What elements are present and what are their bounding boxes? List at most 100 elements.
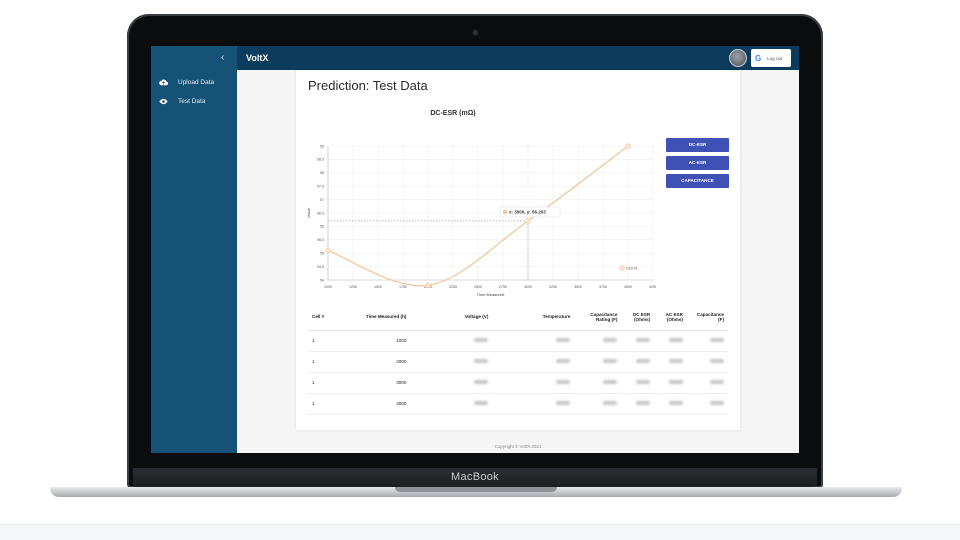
cell-number: 1 [308,372,339,394]
laptop-notch [395,487,557,492]
blurred-value [686,330,728,352]
blurred-value [410,372,493,394]
blurred-value [621,393,655,415]
camera-icon [473,30,478,35]
results-table: Cell # Time Measured (h) Voltage (V) Tem… [308,304,728,415]
time-measured: 1000 [338,330,411,352]
x-tick-label: 3250 [549,285,557,289]
cell-number: 1 [308,393,339,415]
x-tick-label: 1250 [349,285,357,289]
y-tick-label: 55 [320,252,324,256]
data-point [325,247,331,254]
y-tick-label: 58.5 [317,158,324,162]
y-tick-label: 54 [320,278,324,282]
blurred-value [686,393,728,415]
blurred-value [410,330,493,352]
tooltip-text: x: 3000, y: 56.203 [509,209,546,214]
y-tick-label: 54.5 [317,265,324,269]
col-ac-esr: AC ESR (Ohms) [654,304,687,331]
collapse-sidebar-icon[interactable]: ‹ [221,52,224,64]
time-measured: 4000 [338,393,411,415]
capacitance-button[interactable]: CAPACITANCE [666,174,729,188]
app-logo[interactable]: VoltX [246,52,268,64]
table-row: 1 2000 [308,351,728,373]
blurred-value [686,351,728,373]
col-voltage: Voltage (V) [410,304,493,331]
y-tick-label: 56.5 [317,211,324,215]
footer-copyright: Copyright © VoltX 2021 [494,444,542,449]
google-icon: G [755,53,762,63]
cell-number: 1 [308,330,339,352]
logout-button[interactable]: G Log out [751,49,791,67]
time-measured: 3000 [338,372,411,394]
col-capacitance-rating: Capacitance Rating (F) [574,304,622,331]
blurred-value [492,330,575,352]
data-point [425,282,431,289]
blurred-value [492,351,575,373]
x-tick-label: 3500 [574,285,582,289]
table-header-row: Cell # Time Measured (h) Voltage (V) Tem… [308,304,728,331]
blurred-value [686,372,728,394]
blurred-value [654,330,687,352]
col-dc-esr: DC ESR (Ohms) [621,304,655,331]
sidebar-item-label: Upload Data [178,78,215,86]
scene: { "device": {"brand": "MacBook"}, "app":… [0,0,960,540]
y-tick-label: 57 [320,198,324,202]
blurred-value [621,330,655,352]
y-tick-label: 56 [320,225,324,229]
blurred-value [654,351,687,373]
floor [0,524,960,540]
x-tick-label: 2500 [474,285,482,289]
device-brand: MacBook [451,471,499,483]
legend-marker [619,265,625,271]
cloud-upload-icon [159,78,168,87]
chart-title: DC-ESR (mΩ) [430,110,476,117]
table-row: 1 4000 [308,393,728,415]
y-axis-label: Value [306,207,311,218]
x-tick-label: 3000 [524,285,532,289]
col-temperature: Temperature [492,304,575,331]
blurred-value [492,393,575,415]
x-tick-label: 1750 [399,285,407,289]
blurred-value [621,372,655,394]
y-tick-label: 55.5 [317,238,324,242]
sidebar-item-label: Test Data [178,97,206,105]
logout-label: Log out [767,55,783,61]
blurred-value [574,372,622,394]
x-tick-label: 2250 [449,285,457,289]
x-tick-label: 4250 [649,285,656,289]
col-capacitance: Capacitance (F) [686,304,728,331]
sidebar: ‹ Upload Data Test Data [151,46,237,453]
x-tick-label: 3750 [599,285,607,289]
y-tick-label: 57.5 [317,185,324,189]
tooltip-swatch [503,209,507,214]
x-axis-label: Time Measured [477,292,505,297]
blurred-value [410,351,493,373]
x-tick-label: 1000 [324,285,332,289]
dc-esr-button[interactable]: DC-ESR [666,138,729,152]
y-tick-label: 59 [320,144,324,148]
blurred-value [410,393,493,415]
blurred-value [654,372,687,394]
ac-esr-button[interactable]: AC-ESR [666,156,729,170]
blurred-value [654,393,687,415]
avatar[interactable] [729,49,747,67]
sidebar-item-upload-data[interactable]: Upload Data [159,76,214,88]
legend-label: Cell #1 [626,266,638,270]
blurred-value [492,372,575,394]
data-point [625,143,631,149]
y-tick-label: 58 [320,171,324,175]
col-time: Time Measured (h) [338,304,411,331]
col-cell: Cell # [308,304,339,331]
table-row: 1 1000 [308,330,728,352]
prediction-card: Prediction: Test Data DC-ESR (mΩ) 1000 12… [296,70,740,430]
blurred-value [574,351,622,373]
blurred-value [621,351,655,373]
x-tick-label: 4000 [624,285,632,289]
time-measured: 2000 [338,351,411,373]
sidebar-item-test-data[interactable]: Test Data [159,95,205,107]
x-tick-label: 2750 [499,285,507,289]
app-screen: ‹ Upload Data Test Data VoltX G Log out … [151,46,799,453]
blurred-value [574,393,622,415]
eye-icon [159,97,168,106]
